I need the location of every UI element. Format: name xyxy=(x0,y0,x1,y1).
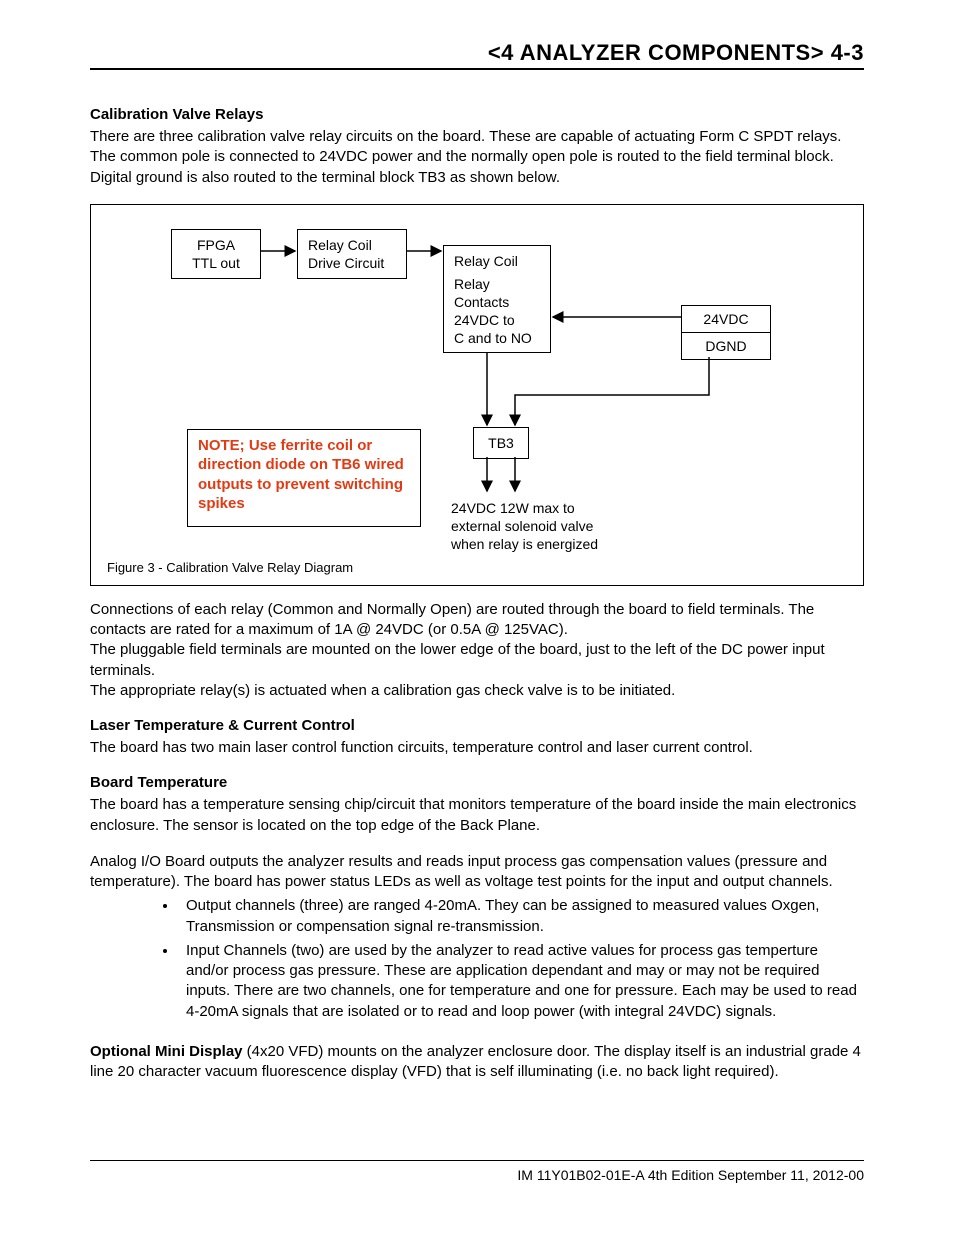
heading-calib-relays: Calibration Valve Relays xyxy=(90,106,864,123)
text-mini-display: Optional Mini Display (4x20 VFD) mounts … xyxy=(90,1042,864,1083)
page-footer: IM 11Y01B02-01E-A 4th Edition September … xyxy=(90,1160,864,1183)
box-tb3: TB3 xyxy=(473,427,529,459)
text-after-diagram-2: The pluggable field terminals are mounte… xyxy=(90,640,864,681)
bullet-input-channels: Input Channels (two) are used by the ana… xyxy=(178,941,864,1022)
box-relay-drive: Relay CoilDrive Circuit xyxy=(297,229,407,279)
label-24vdc: 24VDC xyxy=(682,306,770,333)
figure-3-diagram: FPGATTL out Relay CoilDrive Circuit Rela… xyxy=(90,204,864,586)
heading-laser: Laser Temperature & Current Control xyxy=(90,717,864,734)
figure-caption: Figure 3 - Calibration Valve Relay Diagr… xyxy=(107,560,353,575)
lead-mini-display: Optional Mini Display xyxy=(90,1043,243,1060)
text-analog: Analog I/O Board outputs the analyzer re… xyxy=(90,852,864,893)
analog-bullets: Output channels (three) are ranged 4-20m… xyxy=(90,896,864,1022)
text-boardtemp: The board has a temperature sensing chip… xyxy=(90,795,864,836)
text-after-diagram-1: Connections of each relay (Common and No… xyxy=(90,600,864,641)
page-header: <4 ANALYZER COMPONENTS> 4-3 xyxy=(90,40,864,70)
text-calib-relays: There are three calibration valve relay … xyxy=(90,127,864,188)
box-relay-contacts: RelayContacts24VDC toC and to NO xyxy=(443,269,551,353)
heading-boardtemp: Board Temperature xyxy=(90,774,864,791)
text-after-diagram-3: The appropriate relay(s) is actuated whe… xyxy=(90,681,864,701)
text-laser: The board has two main laser control fun… xyxy=(90,738,864,758)
box-fpga: FPGATTL out xyxy=(171,229,261,279)
output-text: 24VDC 12W max toexternal solenoid valvew… xyxy=(451,499,651,554)
bullet-output-channels: Output channels (three) are ranged 4-20m… xyxy=(178,896,864,937)
label-dgnd: DGND xyxy=(682,333,770,359)
note-box: NOTE; Use ferrite coil or direction diod… xyxy=(187,429,421,527)
box-power-stack: 24VDC DGND xyxy=(681,305,771,360)
